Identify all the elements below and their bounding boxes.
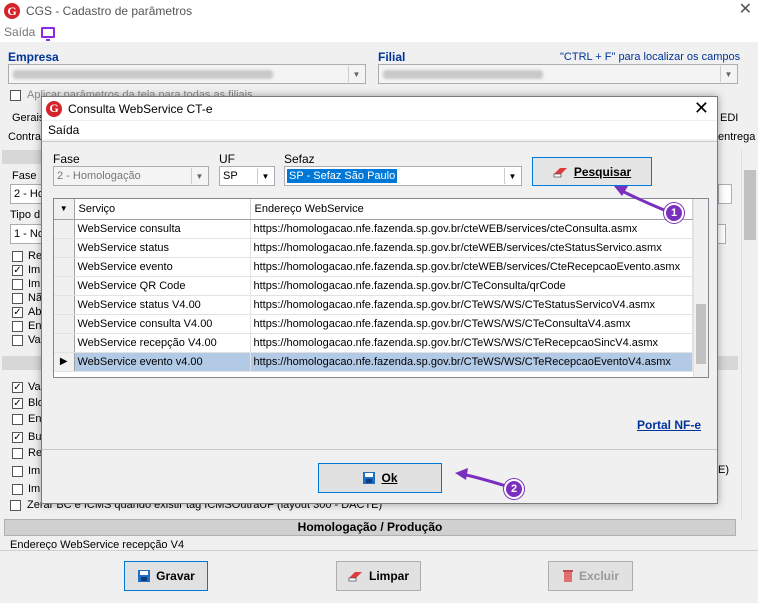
annotation-step-1: 1 — [664, 203, 684, 223]
annotation-arrows — [455, 186, 665, 488]
annotation-step-2: 2 — [504, 479, 524, 499]
